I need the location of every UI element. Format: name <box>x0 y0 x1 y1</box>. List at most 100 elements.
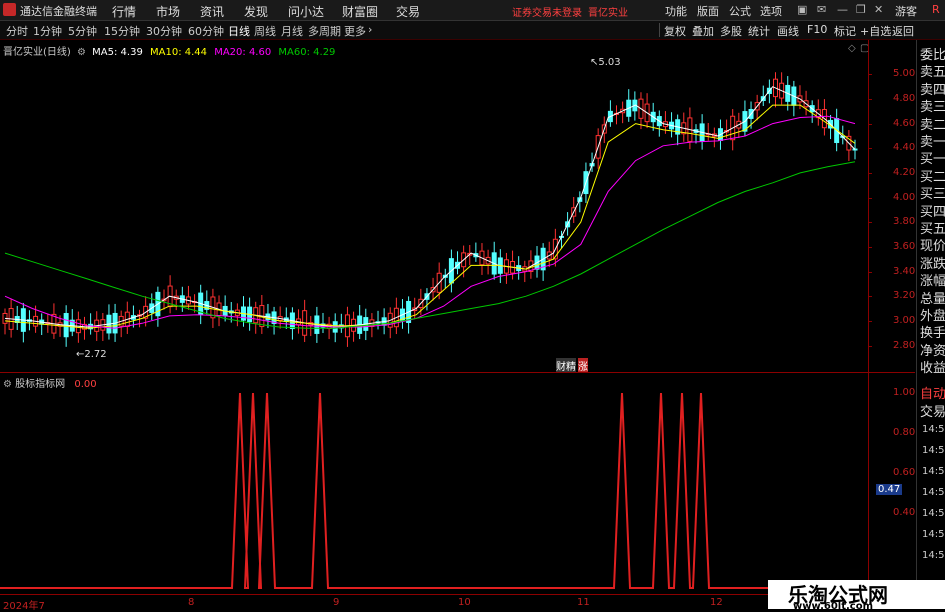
quote-row-label: 买三 <box>920 187 945 203</box>
price-tick: 4.60 <box>893 117 916 129</box>
menu-item-news[interactable]: 资讯 <box>200 3 224 20</box>
cursor-value-badge: 0.47 <box>876 484 903 495</box>
low-price-label: ←2.72 <box>76 349 107 360</box>
menu-bar: 通达信金融终端 行情 市场 资讯 发现 问小达 财富圈 交易 证券交易未登录 晋… <box>0 0 945 21</box>
period-more[interactable]: 更多 <box>344 23 366 39</box>
xlabel-aug: 8 <box>188 597 195 608</box>
price-tick: 3.60 <box>893 240 916 252</box>
quote-row-label: 现价 <box>920 239 945 255</box>
price-tick: 4.80 <box>893 92 916 104</box>
ma20-line <box>4 115 856 329</box>
quote-row-label: 换手 <box>920 326 945 342</box>
period-5min[interactable]: 5分钟 <box>68 23 97 39</box>
menu-layout[interactable]: 版面 <box>697 3 719 19</box>
watermark-url: www.60lt.com <box>793 601 874 612</box>
menu-item-market[interactable]: 市场 <box>156 3 180 20</box>
price-tick: 3.20 <box>893 290 916 302</box>
kline-pane[interactable]: 晋亿实业(日线) ⚙ MA5: 4.39 MA10: 4.44 MA20: 4.… <box>0 40 869 373</box>
period-monthly[interactable]: 月线 <box>281 23 303 39</box>
minimize-icon[interactable]: — <box>837 3 848 16</box>
quote-row-label: 卖五 <box>920 65 945 81</box>
r-icon[interactable]: R <box>932 3 940 16</box>
period-60min[interactable]: 60分钟 <box>188 23 224 39</box>
app-title: 通达信金融终端 <box>20 5 97 18</box>
high-price-value: 5.03 <box>598 57 621 68</box>
menu-item-trade[interactable]: 交易 <box>396 3 420 20</box>
close-icon[interactable]: ✕ <box>874 3 883 16</box>
period-weekly[interactable]: 周线 <box>254 23 276 39</box>
period-intraday[interactable]: 分时 <box>6 23 28 39</box>
message-icon[interactable]: ✉ <box>817 3 826 16</box>
ma5-line <box>4 86 856 328</box>
low-price-value: 2.72 <box>84 349 107 360</box>
quote-row-label: 外盘 <box>920 309 945 324</box>
tool-add-watchlist[interactable]: +自选 <box>860 23 891 39</box>
chevron-right-icon[interactable]: › <box>368 23 372 36</box>
event-finance[interactable]: 财 <box>556 358 566 373</box>
period-1min[interactable]: 1分钟 <box>33 23 62 39</box>
price-tick: 3.40 <box>893 265 916 277</box>
quote-row-label: 收益 <box>920 361 945 377</box>
tool-back[interactable]: 返回 <box>892 23 914 39</box>
period-30min[interactable]: 30分钟 <box>146 23 182 39</box>
xlabel-oct: 10 <box>458 597 471 608</box>
indicator-axis: 0.47 1.00 0.80 0.60 0.40 <box>868 373 916 594</box>
tool-mark[interactable]: 标记 <box>834 23 856 39</box>
menu-formula[interactable]: 公式 <box>729 3 751 19</box>
quote-row-label: 卖二 <box>920 117 945 133</box>
tick-time: 14:56 <box>922 466 945 477</box>
quote-row-label: 净资 <box>920 343 945 359</box>
indicator-pane[interactable]: ⚙ 股标指标网 0.00 <box>0 373 868 594</box>
menu-item-discover[interactable]: 发现 <box>244 3 268 20</box>
xlabel-jul: 2024年7 <box>3 601 45 612</box>
menu-item-wealth[interactable]: 财富圈 <box>342 3 378 20</box>
xlabel-dec: 12 <box>710 597 723 608</box>
ma60-line <box>4 161 856 329</box>
event-rise[interactable]: 涨 <box>578 358 588 373</box>
guest-label[interactable]: 游客 <box>895 3 917 19</box>
quote-row-label: 买二 <box>920 169 945 185</box>
menu-options[interactable]: 选项 <box>760 3 782 19</box>
tool-draw[interactable]: 画线 <box>777 23 799 39</box>
price-tick: 3.80 <box>893 216 916 228</box>
stock-tab[interactable]: 晋亿实业 <box>588 4 628 19</box>
tool-stats[interactable]: 统计 <box>748 23 770 39</box>
event-select[interactable]: 精 <box>566 358 576 373</box>
tool-overlay[interactable]: 叠加 <box>692 23 714 39</box>
price-tick: 3.00 <box>893 314 916 326</box>
price-tick: 2.80 <box>893 339 916 351</box>
quote-row-label: 买五 <box>920 222 945 237</box>
quote-row-label: 涨幅 <box>920 274 945 290</box>
tool-multi-stock[interactable]: 多股 <box>720 23 742 39</box>
login-warning[interactable]: 证券交易未登录 <box>512 4 582 19</box>
restore-icon[interactable]: ❐ <box>856 3 866 16</box>
app-logo-icon <box>3 3 16 16</box>
watermark: 乐淘公式网 www.60lt.com <box>768 580 945 612</box>
xlabel-sep: 9 <box>333 597 340 608</box>
quote-row-label: 委比 <box>920 48 945 63</box>
toolbar-divider <box>659 23 660 37</box>
tick-time: 14:56 <box>922 445 945 456</box>
high-price-label: ↖5.03 <box>590 57 621 68</box>
price-tick: 4.00 <box>893 191 916 203</box>
tool-adjust[interactable]: 复权 <box>664 23 686 39</box>
tick-time: 14:56 <box>922 550 945 561</box>
ma10-line <box>4 104 856 329</box>
auto-trade-label[interactable]: 自动 <box>920 383 945 402</box>
tool-f10[interactable]: F10 <box>807 23 827 36</box>
menu-item-ask[interactable]: 问小达 <box>288 3 324 20</box>
kline-chart <box>2 72 858 347</box>
tick-time: 14:56 <box>922 424 945 435</box>
trade-label[interactable]: 交易 <box>920 401 945 420</box>
menu-item-quotes[interactable]: 行情 <box>112 3 136 20</box>
menu-function[interactable]: 功能 <box>665 3 687 19</box>
xlabel-nov: 11 <box>577 597 590 608</box>
price-axis: 5.00 4.80 4.60 4.40 4.20 4.00 3.80 3.60 3.40 3.20… <box>868 40 916 372</box>
skin-icon[interactable]: ▣ <box>797 3 807 16</box>
indicator-tick: 1.00 <box>893 387 916 398</box>
price-tick: 5.00 <box>893 68 916 80</box>
period-15min[interactable]: 15分钟 <box>104 23 140 39</box>
period-toolbar: 分时 1分钟 5分钟 15分钟 30分钟 60分钟 日线 周线 月线 多周期 更… <box>0 21 945 40</box>
period-multi[interactable]: 多周期 <box>308 23 341 39</box>
period-daily[interactable]: 日线 <box>228 23 250 39</box>
